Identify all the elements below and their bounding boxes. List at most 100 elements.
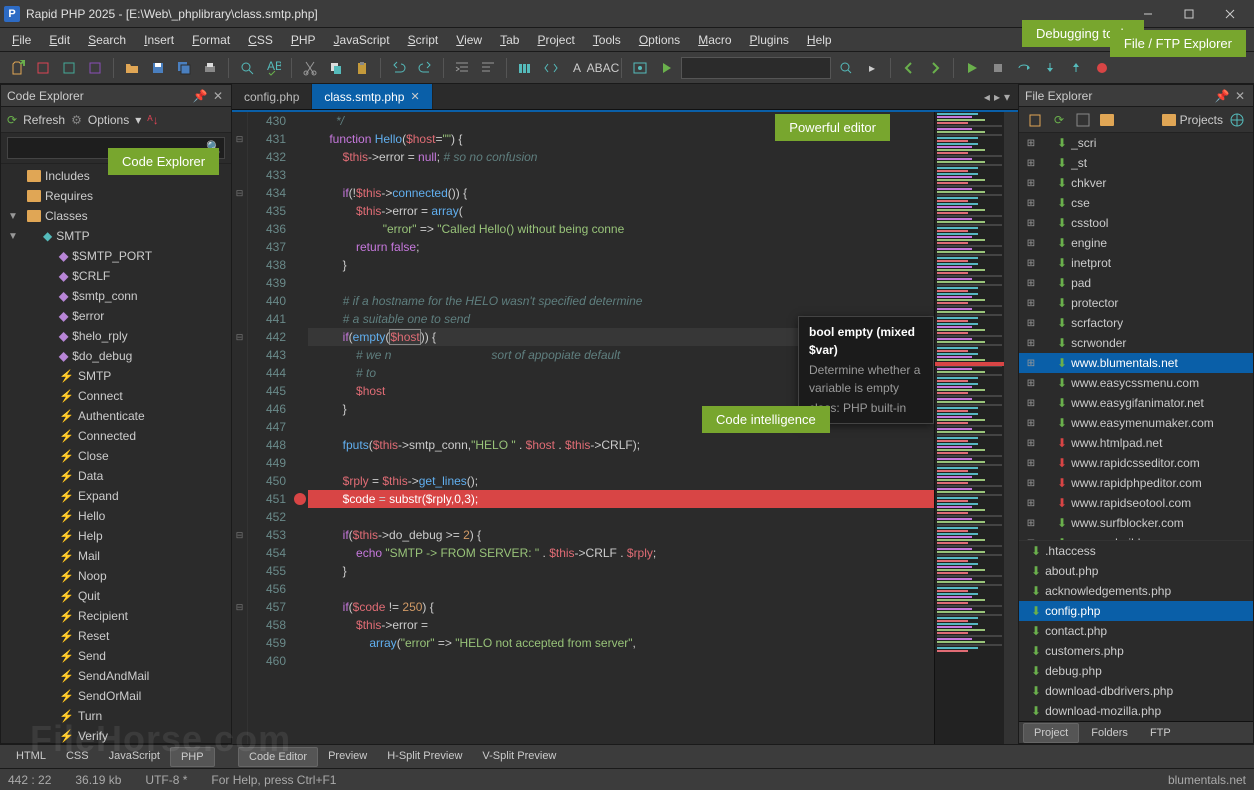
debug-stop-button[interactable] bbox=[987, 57, 1009, 79]
editor-tab[interactable]: config.php bbox=[232, 84, 312, 109]
breakpoint-button[interactable] bbox=[1091, 57, 1113, 79]
tree-item[interactable]: ⚡Verify bbox=[1, 726, 231, 743]
tree-item[interactable]: ⚡Connect bbox=[1, 386, 231, 406]
tree-item[interactable]: ⚡Send bbox=[1, 646, 231, 666]
lang-tab[interactable]: JavaScript bbox=[99, 747, 170, 767]
folder-item[interactable]: ⊞⬇chkver bbox=[1019, 173, 1253, 193]
print-button[interactable] bbox=[199, 57, 221, 79]
vertical-scrollbar[interactable] bbox=[1004, 112, 1018, 744]
tree-item[interactable]: ◆$CRLF bbox=[1, 266, 231, 286]
tree-item[interactable]: ⚡Expand bbox=[1, 486, 231, 506]
menu-css[interactable]: CSS bbox=[240, 31, 281, 49]
step-out-button[interactable] bbox=[1065, 57, 1087, 79]
find-next-button[interactable]: ▸ bbox=[861, 57, 883, 79]
tree-item[interactable]: ⚡Recipient bbox=[1, 606, 231, 626]
options-label[interactable]: Options bbox=[88, 113, 129, 127]
tree-item[interactable]: ◆$error bbox=[1, 306, 231, 326]
run-button[interactable] bbox=[655, 57, 677, 79]
folder-item[interactable]: ⊞⬇pad bbox=[1019, 273, 1253, 293]
lang-tab[interactable]: PHP bbox=[170, 747, 215, 767]
tree-item[interactable]: ⚡Connected bbox=[1, 426, 231, 446]
globe-icon[interactable] bbox=[1227, 110, 1247, 130]
new-html-button[interactable] bbox=[32, 57, 54, 79]
refresh-icon[interactable]: ⟳ bbox=[7, 113, 17, 127]
search-button[interactable] bbox=[236, 57, 258, 79]
menu-edit[interactable]: Edit bbox=[41, 31, 78, 49]
view-tab[interactable]: Preview bbox=[318, 747, 377, 767]
menu-plugins[interactable]: Plugins bbox=[742, 31, 797, 49]
folder-item[interactable]: ⊞⬇cse bbox=[1019, 193, 1253, 213]
save-button[interactable] bbox=[147, 57, 169, 79]
redo-button[interactable] bbox=[414, 57, 436, 79]
folder-item[interactable]: ⊞⬇csstool bbox=[1019, 213, 1253, 233]
menu-help[interactable]: Help bbox=[799, 31, 840, 49]
file-item[interactable]: ⬇download-dbdrivers.php bbox=[1019, 681, 1253, 701]
debug-run-button[interactable] bbox=[961, 57, 983, 79]
tag-button[interactable] bbox=[540, 57, 562, 79]
cut-button[interactable] bbox=[299, 57, 321, 79]
refresh-label[interactable]: Refresh bbox=[23, 113, 65, 127]
file-new-icon[interactable] bbox=[1025, 110, 1045, 130]
file-panel-tab[interactable]: Folders bbox=[1081, 724, 1138, 742]
tree-item[interactable]: ⚡Help bbox=[1, 526, 231, 546]
open-button[interactable] bbox=[121, 57, 143, 79]
folder-item[interactable]: ⊞⬇www.surfblocker.com bbox=[1019, 513, 1253, 533]
menu-javascript[interactable]: JavaScript bbox=[326, 31, 398, 49]
menu-file[interactable]: File bbox=[4, 31, 39, 49]
step-into-button[interactable] bbox=[1039, 57, 1061, 79]
preview-button[interactable] bbox=[629, 57, 651, 79]
folder-item[interactable]: ⊞⬇www.blumentals.net bbox=[1019, 353, 1253, 373]
save-all-button[interactable] bbox=[173, 57, 195, 79]
file-refresh-icon[interactable]: ⟳ bbox=[1049, 110, 1069, 130]
folder-item[interactable]: ⊞⬇inetprot bbox=[1019, 253, 1253, 273]
code-editor[interactable]: ⊟⊟⊟⊟⊟ 4304314324334344354364374384394404… bbox=[232, 110, 1018, 744]
a-button[interactable]: A bbox=[566, 57, 588, 79]
nav-fwd-button[interactable] bbox=[924, 57, 946, 79]
menu-tools[interactable]: Tools bbox=[585, 31, 629, 49]
library-button[interactable] bbox=[514, 57, 536, 79]
tab-close-icon[interactable]: ✕ bbox=[410, 90, 419, 103]
tree-item[interactable]: ⚡Turn bbox=[1, 706, 231, 726]
folder-item[interactable]: ⊞⬇www.rapidphpeditor.com bbox=[1019, 473, 1253, 493]
pin-icon[interactable]: 📌 bbox=[193, 89, 207, 103]
tree-item[interactable]: ⚡Noop bbox=[1, 566, 231, 586]
maximize-button[interactable] bbox=[1169, 2, 1209, 26]
tree-item[interactable]: ◆$do_debug bbox=[1, 346, 231, 366]
file-item[interactable]: ⬇acknowledgements.php bbox=[1019, 581, 1253, 601]
folder-item[interactable]: ⊞⬇www.rapidseotool.com bbox=[1019, 493, 1253, 513]
close-button[interactable] bbox=[1210, 2, 1250, 26]
tree-item[interactable]: ⚡SMTP bbox=[1, 366, 231, 386]
folder-item[interactable]: ⊞⬇www.webuilderapp.com bbox=[1019, 533, 1253, 540]
menu-format[interactable]: Format bbox=[184, 31, 238, 49]
projects-label[interactable]: Projects bbox=[1180, 113, 1223, 127]
folder-item[interactable]: ⊞⬇www.htmlpad.net bbox=[1019, 433, 1253, 453]
spellcheck-button[interactable]: ABC bbox=[262, 57, 284, 79]
quick-search-input[interactable] bbox=[681, 57, 831, 79]
file-item[interactable]: ⬇customers.php bbox=[1019, 641, 1253, 661]
folder-item[interactable]: ⊞⬇www.easygifanimator.net bbox=[1019, 393, 1253, 413]
tree-item[interactable]: ▼Classes bbox=[1, 206, 231, 226]
tab-next-icon[interactable]: ▸ bbox=[994, 90, 1000, 104]
view-tab[interactable]: V-Split Preview bbox=[472, 747, 566, 767]
tree-item[interactable]: ⚡SendAndMail bbox=[1, 666, 231, 686]
gear-icon[interactable]: ⚙ bbox=[71, 113, 82, 127]
tree-item[interactable]: ◆$smtp_conn bbox=[1, 286, 231, 306]
new-css-button[interactable] bbox=[58, 57, 80, 79]
find-button[interactable] bbox=[835, 57, 857, 79]
editor-tab[interactable]: class.smtp.php✕ bbox=[312, 84, 432, 109]
tree-item[interactable]: ◆$SMTP_PORT bbox=[1, 246, 231, 266]
paste-button[interactable] bbox=[351, 57, 373, 79]
ab-button[interactable]: ABAC bbox=[592, 57, 614, 79]
menu-search[interactable]: Search bbox=[80, 31, 134, 49]
outdent-button[interactable] bbox=[477, 57, 499, 79]
folder-item[interactable]: ⊞⬇_scri bbox=[1019, 133, 1253, 153]
menu-php[interactable]: PHP bbox=[283, 31, 324, 49]
tree-item[interactable]: ⚡Mail bbox=[1, 546, 231, 566]
menu-options[interactable]: Options bbox=[631, 31, 688, 49]
panel-close-icon[interactable]: ✕ bbox=[211, 89, 225, 103]
tree-item[interactable]: ⚡SendOrMail bbox=[1, 686, 231, 706]
step-over-button[interactable] bbox=[1013, 57, 1035, 79]
folder-item[interactable]: ⊞⬇www.rapidcsseditor.com bbox=[1019, 453, 1253, 473]
folder-icon[interactable] bbox=[1097, 110, 1117, 130]
options-chevron[interactable]: ▾ bbox=[135, 113, 141, 127]
